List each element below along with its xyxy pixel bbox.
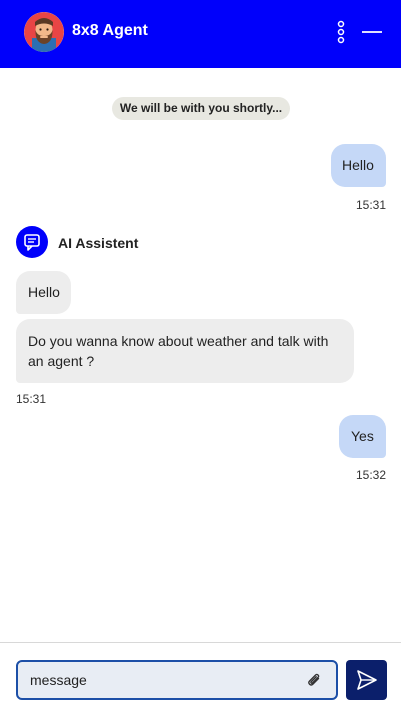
send-button[interactable] [346,660,387,700]
send-icon [357,670,377,690]
chat-bubble-icon [16,226,48,258]
incoming-message: Do you wanna know about weather and talk… [16,319,354,383]
message-input[interactable] [30,670,300,690]
system-message: We will be with you shortly... [112,97,290,120]
message-time: 15:31 [356,198,387,212]
outgoing-message: Yes [339,415,386,458]
minimize-icon[interactable] [360,22,384,42]
message-time: 15:31 [16,392,47,406]
message-composer [0,642,401,717]
incoming-message: Hello [16,271,71,314]
paperclip-icon[interactable] [304,670,324,690]
message-time: 15:32 [356,468,387,482]
chat-widget: 8x8 Agent We will be with you shortly...… [0,0,401,717]
agent-name: 8x8 Agent [72,22,148,39]
message-list[interactable]: We will be with you shortly... Hello 15:… [0,68,401,642]
outgoing-message: Hello [331,144,386,187]
chat-header: 8x8 Agent [0,0,401,68]
agent-avatar-icon [24,12,64,52]
bot-name: AI Assistent [58,235,139,251]
kebab-menu-icon[interactable] [334,20,348,44]
message-input-wrapper [16,660,338,700]
